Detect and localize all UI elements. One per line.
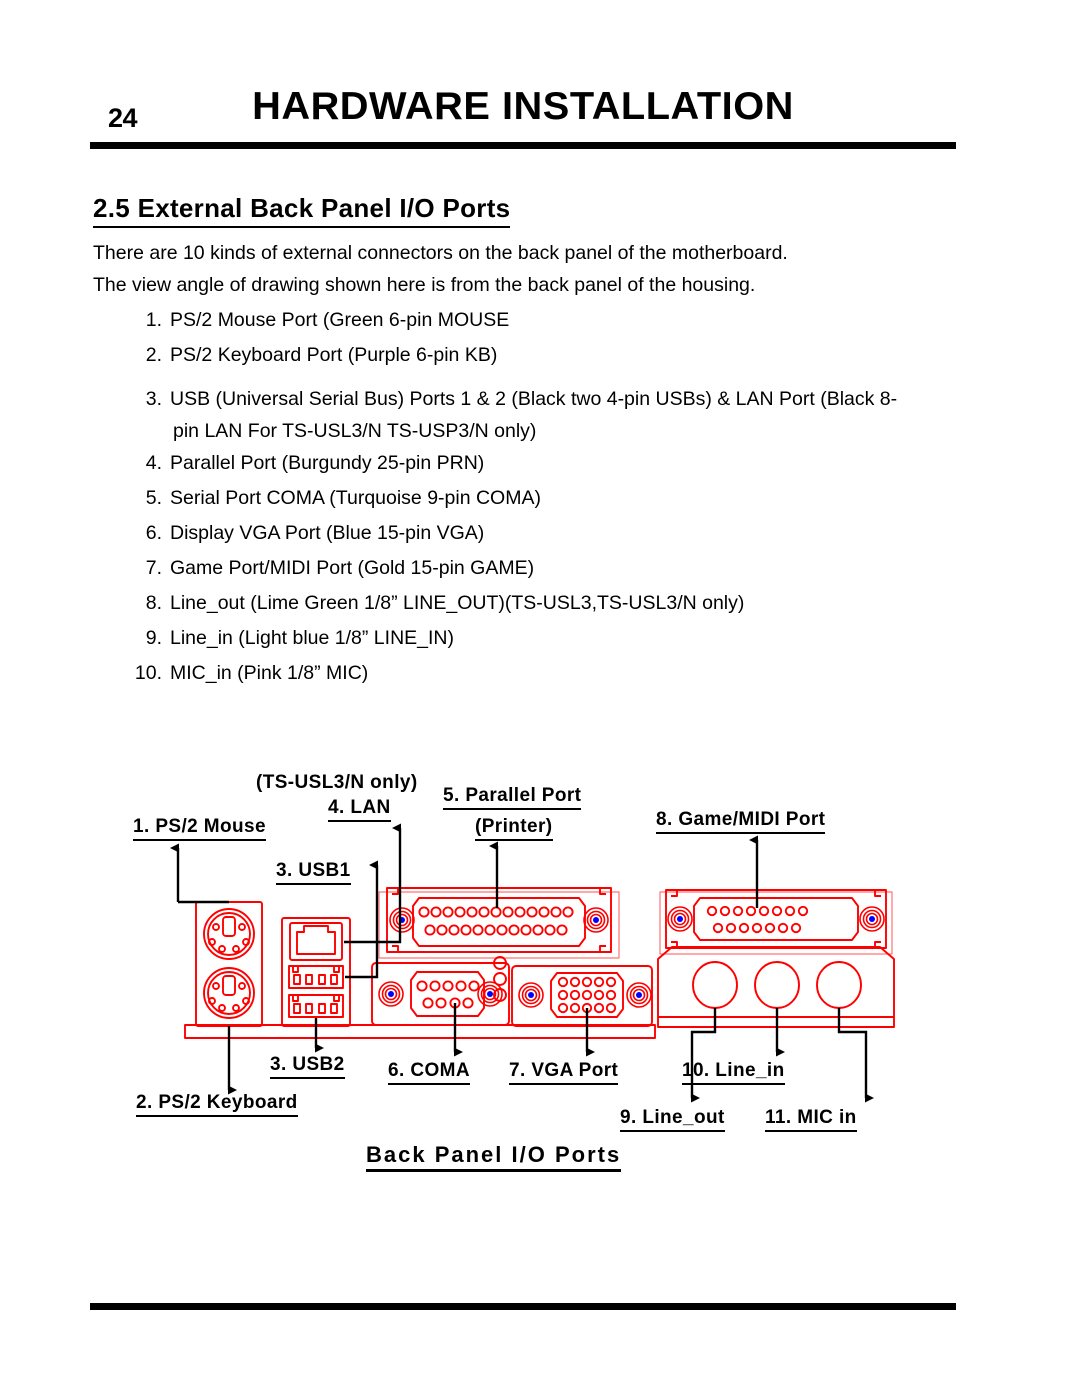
- intro-line-2: The view angle of drawing shown here is …: [93, 274, 756, 296]
- back-panel-figure: 1. PS/2 Mouse (TS-USL3/N only) 4. LAN 3.…: [0, 760, 1080, 1190]
- list-item-number: 8.: [145, 592, 162, 614]
- section-heading: 2.5 External Back Panel I/O Ports: [93, 193, 511, 228]
- list-item-text: USB (Universal Serial Bus) Ports 1 & 2 (…: [170, 389, 993, 442]
- list-item-number: 2.: [145, 344, 162, 366]
- list-item-number: 5.: [145, 487, 162, 509]
- page-header: 24 HARDWARE INSTALLATION: [90, 85, 956, 147]
- back-panel-drawing: [170, 823, 895, 1103]
- list-item: 6. Display VGA Port (Blue 15-pin VGA): [93, 523, 993, 547]
- list-item-number: 6.: [145, 522, 162, 544]
- list-item-number: 10.: [134, 662, 162, 684]
- list-item: 4. Parallel Port (Burgundy 25-pin PRN): [93, 453, 993, 477]
- list-item-number: 3.: [145, 388, 162, 410]
- list-item: 7. Game Port/MIDI Port (Gold 15-pin GAME…: [93, 558, 993, 582]
- list-item-text: Line_out (Lime Green 1/8” LINE_OUT)(TS-U…: [170, 592, 745, 614]
- list-item-number: 9.: [145, 627, 162, 649]
- list-item: 1. PS/2 Mouse Port (Green 6-pin MOUSE: [93, 310, 993, 334]
- intro-line-1: There are 10 kinds of external connector…: [93, 242, 788, 264]
- list-item-text: Serial Port COMA (Turquoise 9-pin COMA): [170, 487, 541, 509]
- header-divider: [90, 142, 956, 149]
- list-item-text: Game Port/MIDI Port (Gold 15-pin GAME): [170, 557, 535, 579]
- list-item-number: 7.: [145, 557, 162, 579]
- list-item-text: PS/2 Mouse Port (Green 6-pin MOUSE: [170, 309, 510, 331]
- list-item-text-continuation: pin LAN For TS-USL3/N TS-USP3/N only): [173, 420, 537, 442]
- list-item: 2. PS/2 Keyboard Port (Purple 6-pin KB): [93, 345, 993, 369]
- list-item: 10. MIC_in (Pink 1/8” MIC): [93, 663, 993, 687]
- footer-divider: [90, 1303, 956, 1310]
- list-item: 9. Line_in (Light blue 1/8” LINE_IN): [93, 628, 993, 652]
- list-item-text: MIC_in (Pink 1/8” MIC): [170, 662, 369, 684]
- list-item: 5. Serial Port COMA (Turquoise 9-pin COM…: [93, 488, 993, 512]
- list-item: 3. USB (Universal Serial Bus) Ports 1 & …: [93, 389, 993, 442]
- list-item-text-main: USB (Universal Serial Bus) Ports 1 & 2 (…: [170, 388, 898, 410]
- figure-caption: Back Panel I/O Ports: [366, 1142, 622, 1172]
- page-title: HARDWARE INSTALLATION: [252, 85, 794, 128]
- list-item-text: Parallel Port (Burgundy 25-pin PRN): [170, 452, 485, 474]
- list-item: 8. Line_out (Lime Green 1/8” LINE_OUT)(T…: [93, 593, 993, 617]
- list-item-text: PS/2 Keyboard Port (Purple 6-pin KB): [170, 344, 498, 366]
- port-list: 1. PS/2 Mouse Port (Green 6-pin MOUSE 2.…: [93, 310, 993, 698]
- list-item-number: 4.: [145, 452, 162, 474]
- list-item-text: Display VGA Port (Blue 15-pin VGA): [170, 522, 485, 544]
- screw-posts: [378, 906, 885, 1008]
- list-item-number: 1.: [145, 309, 162, 331]
- list-item-text: Line_in (Light blue 1/8” LINE_IN): [170, 627, 454, 649]
